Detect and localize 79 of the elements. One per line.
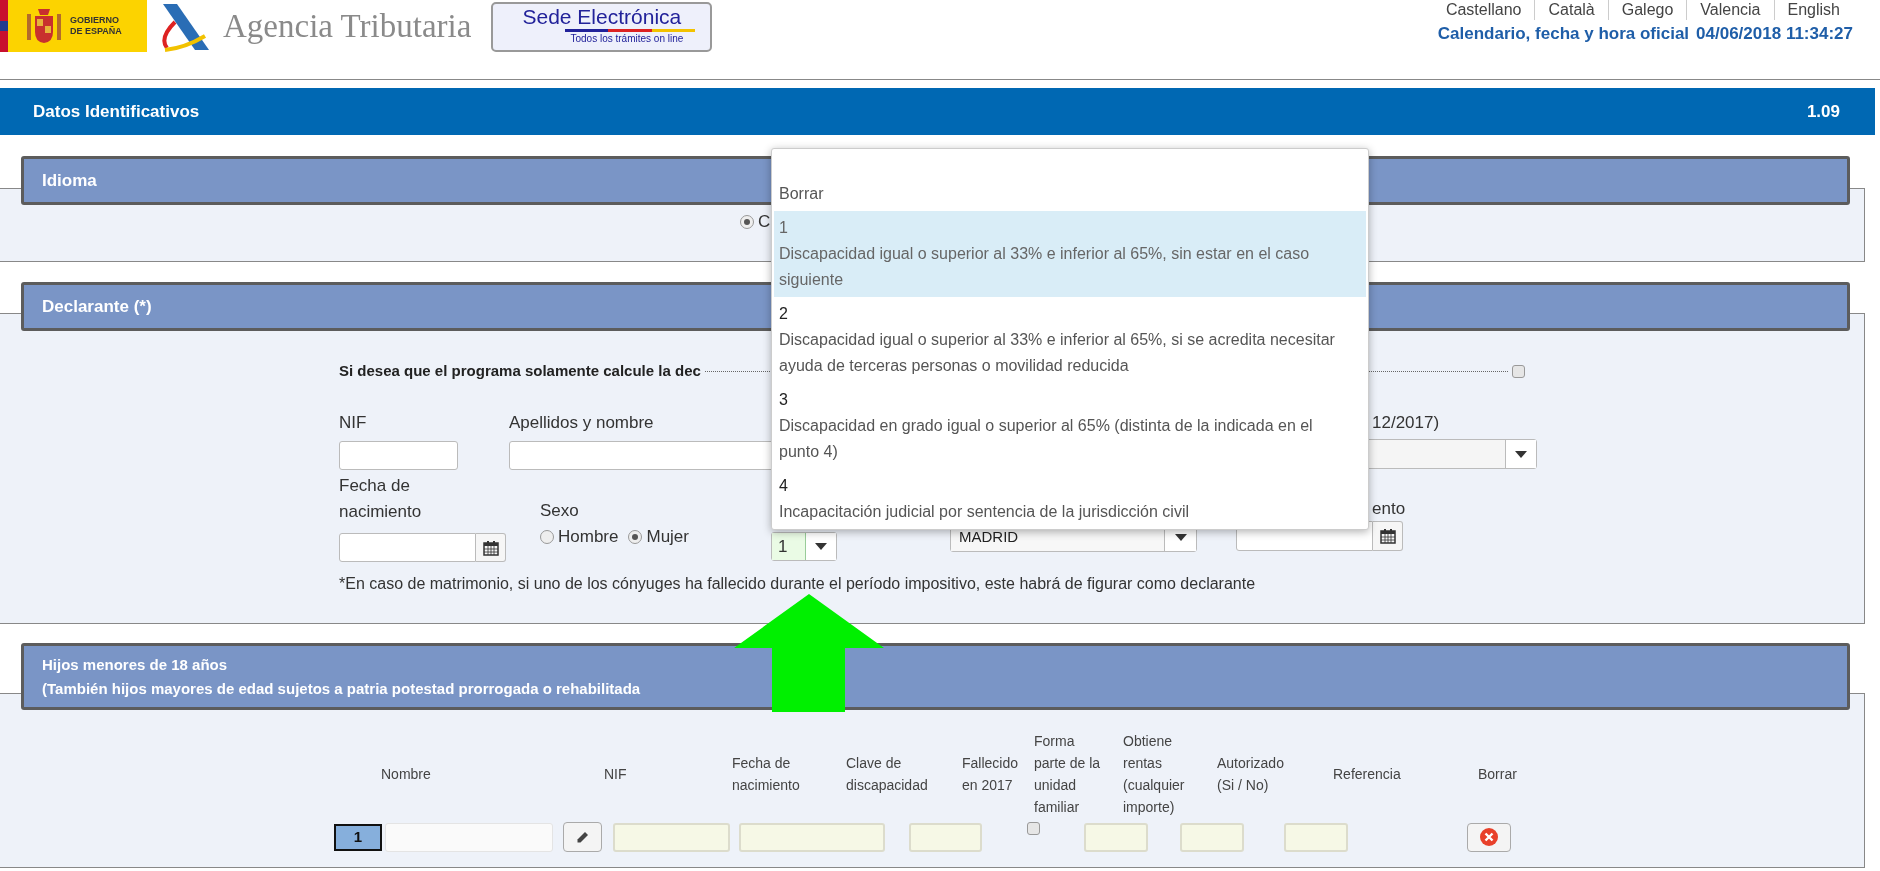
disability-input[interactable] — [909, 822, 982, 852]
caret-icon — [815, 543, 827, 550]
dropdown-option[interactable]: 2 Discapacidad igual o superior al 33% e inferior al 65%, si se acredita necesitar ayuda de terceras personas o movilidad reducida — [774, 297, 1366, 383]
language-link[interactable]: Català — [1534, 0, 1608, 20]
calendar-icon — [482, 539, 499, 556]
field-label: 12/2017) — [1371, 412, 1440, 434]
column-header: Borrar — [1478, 765, 1518, 784]
radio-button[interactable] — [740, 215, 754, 229]
date-input[interactable] — [739, 822, 885, 852]
language-link[interactable]: Galego — [1607, 0, 1687, 20]
dropdown-option[interactable]: Borrar — [774, 177, 1366, 211]
date-input[interactable] — [339, 533, 476, 562]
language-link[interactable]: Castellano — [1432, 0, 1535, 20]
delete-icon — [1479, 827, 1499, 847]
column-header: Fecha de nacimiento — [732, 754, 801, 795]
question-text: Si desea que el programa solamente calcule la dec — [339, 360, 701, 381]
language-link[interactable]: English — [1773, 0, 1853, 20]
income-input[interactable] — [1084, 822, 1148, 852]
option-code: 1 — [779, 218, 789, 238]
checkbox[interactable] — [1512, 364, 1525, 378]
logo-text: DE ESPAÑA — [70, 26, 122, 37]
dropdown-option[interactable]: 3 Discapacidad en grado igual o superior al 65% (distinta de la indicada en el punto 4) — [774, 383, 1366, 469]
calendar-icon — [1379, 528, 1396, 544]
nif-input[interactable] — [339, 441, 458, 470]
page-title: Datos Identificativos — [33, 100, 200, 123]
flag-stripe — [0, 0, 8, 52]
disability-select[interactable]: 1 — [771, 532, 837, 561]
radio-label: Mujer — [646, 526, 689, 549]
agency-name: Agencia Tributaria — [223, 7, 472, 46]
authorized-input[interactable] — [1180, 822, 1244, 852]
edit-button[interactable] — [563, 822, 602, 852]
section-title: Declarante (*) — [42, 295, 152, 318]
logo-text: GOBIERNO — [70, 15, 120, 26]
column-header: Obtiene rentas (cualquier importe) — [1123, 732, 1186, 817]
official-time: 04/06/2018 11:34:27 — [1696, 23, 1853, 45]
reference-input[interactable] — [1284, 822, 1348, 852]
option-code: 2 — [779, 304, 789, 324]
column-header: Forma parte de la unidad familiar — [1034, 732, 1102, 817]
dropdown-option[interactable]: 1 Discapacidad igual o superior al 33% e inferior al 65%, sin estar en el caso siguiente — [774, 211, 1366, 297]
section-title: (También hijos mayores de edad sujetos a patria potestad prorrogada o rehabilitada — [42, 678, 641, 699]
field-label: NIF — [339, 412, 367, 434]
option-code: 3 — [779, 390, 789, 410]
field-label: ento — [1371, 498, 1406, 520]
field-label: Sexo — [540, 500, 579, 522]
row-number: 1 — [334, 823, 382, 851]
column-header: Nombre — [381, 765, 432, 784]
caret-icon — [1515, 450, 1527, 458]
radio-label: Hombre — [558, 526, 619, 549]
calendar-button[interactable] — [476, 533, 506, 562]
pencil-icon — [576, 830, 589, 844]
field-label: Apellidos y nombre — [509, 412, 654, 434]
caret-icon — [1174, 533, 1187, 541]
section-title: Idioma — [42, 169, 97, 192]
crest-icon — [24, 6, 64, 46]
option-description: Incapacitación judicial por sentencia de la jurisdicción civil — [779, 502, 1190, 522]
radio-button[interactable] — [628, 530, 643, 544]
field-label: Fecha de nacimiento — [339, 475, 423, 523]
language-link[interactable]: Valencia — [1686, 0, 1774, 20]
calendar-link[interactable]: Calendario, fecha y hora oficial — [1437, 21, 1690, 47]
column-header: Fallecido en 2017 — [962, 754, 1020, 795]
checkbox[interactable] — [1027, 822, 1040, 835]
column-header: Referencia — [1333, 765, 1402, 784]
logo-subtitle: Todos los trámites on line — [570, 32, 684, 46]
option-description: Discapacidad igual o superior al 33% e inferior al 65%, si se acredita necesitar ayuda de terceras personas o movilidad reducida — [779, 330, 1336, 376]
column-header: Autorizado (Si / No) — [1217, 754, 1285, 795]
option-description: Discapacidad en grado igual o superior al 65% (distinta de la indicada en el punto 4) — [779, 416, 1314, 462]
delete-button[interactable] — [1467, 822, 1511, 852]
note-text: *En caso de matrimonio, si uno de los cónyuges ha fallecido durante el período impositivo, este habrá de figurar como declarante — [339, 574, 1257, 594]
calendar-button[interactable] — [1373, 521, 1403, 551]
column-header: NIF — [604, 765, 628, 784]
radio-label: C — [758, 211, 771, 234]
nif-input[interactable] — [613, 822, 730, 852]
logo-title: Sede Electrónica — [522, 4, 682, 29]
option-description: Discapacidad igual o superior al 33% e inferior al 65%, sin estar en el caso siguiente — [779, 244, 1311, 290]
section-title: Hijos menores de 18 años — [42, 654, 228, 675]
radio-button[interactable] — [540, 530, 554, 544]
column-header: Clave de discapacidad — [846, 754, 929, 795]
version-number: 1.09 — [1806, 100, 1840, 123]
option-code: 4 — [779, 476, 789, 496]
